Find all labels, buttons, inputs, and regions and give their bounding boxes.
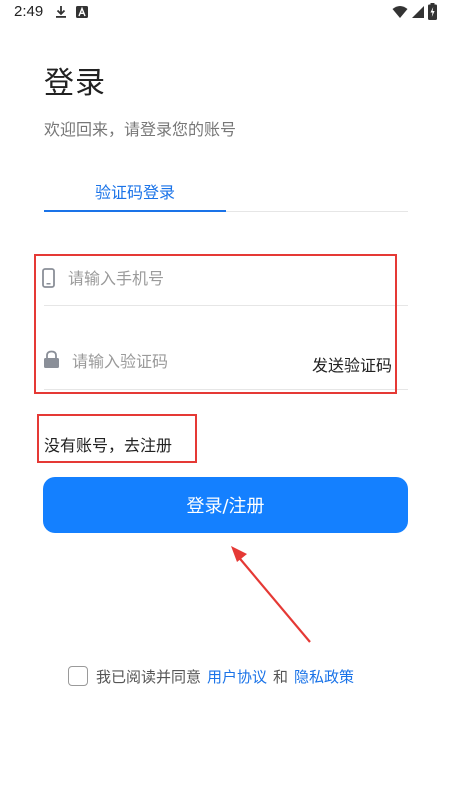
page-title: 登录	[44, 66, 106, 101]
agreement-row: 我已阅读并同意 用户协议 和 隐私政策	[68, 664, 354, 688]
privacy-policy-link[interactable]: 隐私政策	[294, 666, 354, 687]
tab-active-indicator	[44, 210, 226, 212]
login-register-button[interactable]: 登录/注册	[43, 477, 408, 533]
page-subtitle: 欢迎回来，请登录您的账号	[44, 120, 237, 139]
annotation-box-register	[37, 414, 197, 463]
annotation-box-form	[34, 254, 397, 394]
signal-icon	[412, 6, 424, 18]
status-time: 2:49	[14, 3, 44, 20]
battery-charging-icon	[428, 3, 437, 20]
a-badge-icon	[76, 6, 88, 18]
wifi-icon	[392, 6, 408, 18]
status-bar: 2:49	[0, 0, 450, 26]
agreement-and: 和	[273, 667, 289, 686]
user-agreement-link[interactable]: 用户协议	[207, 666, 267, 687]
agreement-checkbox[interactable]	[68, 666, 88, 686]
download-icon	[56, 6, 66, 18]
tab-code-login[interactable]: 验证码登录	[44, 179, 226, 203]
annotation-arrow	[231, 546, 311, 643]
agreement-prefix: 我已阅读并同意	[96, 667, 202, 686]
